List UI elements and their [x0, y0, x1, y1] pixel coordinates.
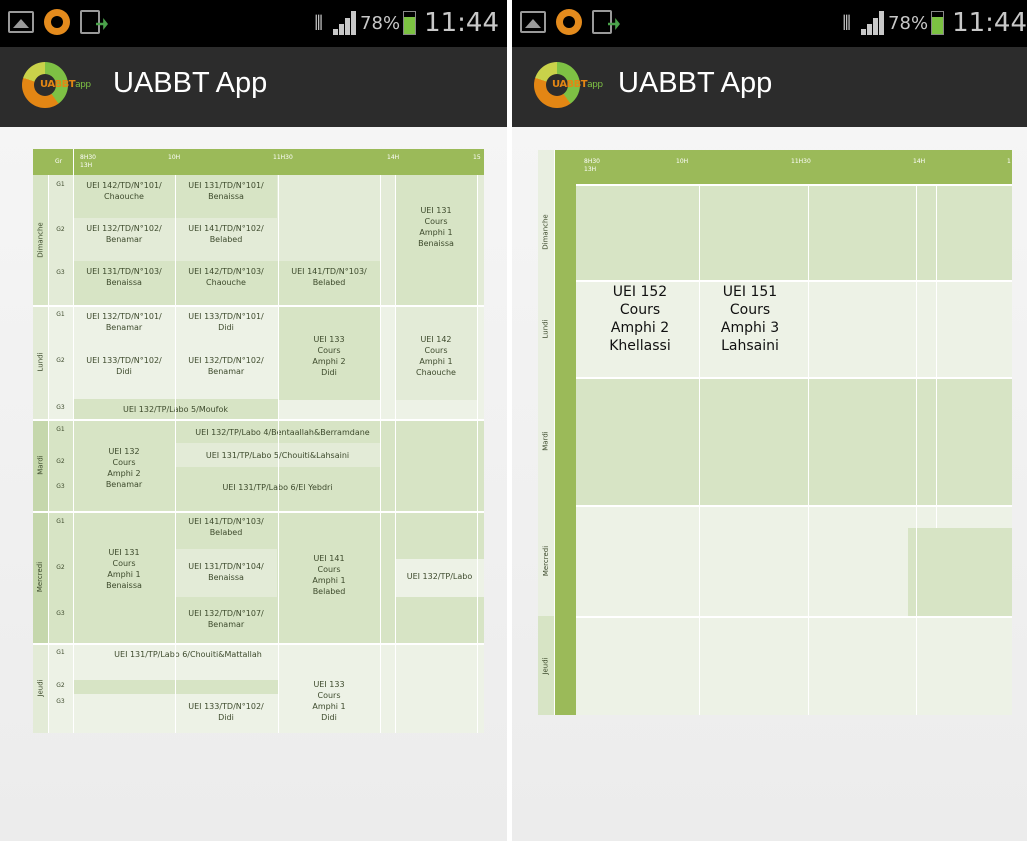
timetable-cell: UEI 141 Cours Amphi 1 Belabed: [312, 554, 346, 596]
header-time-5: 15: [473, 154, 481, 161]
header-time-2: 10H: [168, 154, 181, 161]
group-label: G1: [56, 649, 65, 656]
header-time-3: 11H30: [791, 158, 811, 165]
group-label: G3: [56, 269, 65, 276]
status-bar: ⦀ 78% 11:44: [512, 0, 1027, 47]
header-gr: Gr: [55, 158, 63, 165]
timetable-cell: UEI 131 Cours Amphi 1 Benaissa: [106, 548, 142, 590]
timetable-cell: UEI 131/TD/N°104/ Benaissa: [188, 562, 264, 582]
header-time-5: 1: [1007, 158, 1011, 165]
phone-screen-left: ⦀ 78% 11:44 UABBTapp UABBT App Gr 8H30 1…: [0, 0, 507, 841]
day-label-lundi: Lundi: [33, 305, 48, 419]
clock: 11:44: [424, 8, 499, 38]
header-time-1: 8H30: [80, 154, 96, 161]
timetable-cell: UEI 132/TD/N°102/ Benamar: [188, 356, 264, 376]
gallery-notification-icon: [8, 11, 34, 33]
timetable-cell: UEI 133/TD/N°101/ Didi: [188, 312, 264, 332]
group-label: G1: [56, 181, 65, 188]
battery-percent: 78%: [888, 12, 929, 34]
battery-icon: [403, 11, 417, 35]
timetable-cell: UEI 131/TP/Labo 6/Chouiti&Mattallah: [114, 649, 262, 659]
clock: 11:44: [952, 8, 1027, 38]
header-time-4: 14H: [387, 154, 400, 161]
day-label-lundi: Lundi: [542, 318, 551, 339]
download-notification-icon: [592, 10, 612, 34]
timetable-cell: UEI 151 Cours Amphi 3 Lahsaini: [720, 284, 780, 354]
group-label: G2: [56, 226, 65, 233]
timetable-cell: UEI 133 Cours Amphi 1 Didi: [312, 680, 346, 722]
timetable-cell: UEI 141/TD/N°103/ Belabed: [291, 267, 367, 287]
day-label-jeudi: Jeudi: [33, 643, 48, 733]
status-bar: ⦀ 78% 11:44: [0, 0, 507, 47]
group-label: G3: [56, 404, 65, 411]
phone-screen-right: ⦀ 78% 11:44 UABBTapp UABBT App 8H30 13H …: [512, 0, 1027, 841]
group-label: G3: [56, 483, 65, 490]
timetable-cell: UEI 132/TD/N°107/ Benamar: [188, 609, 264, 629]
app-notification-icon: [44, 9, 70, 35]
timetable-cell: UEI 142/TD/N°101/ Chaouche: [86, 181, 162, 201]
content-area: Gr 8H30 13H 10H 11H30 14H 15 Dimanche G1…: [0, 127, 507, 841]
action-bar: UABBTapp UABBT App: [0, 47, 507, 127]
action-bar: UABBTapp UABBT App: [512, 47, 1027, 127]
vibrate-icon: ⦀: [314, 11, 324, 35]
day-label-dimanche: Dimanche: [542, 214, 551, 250]
timetable-cell: UEI 132/TD/N°102/ Benamar: [86, 224, 162, 244]
logo-text: UABBTapp: [552, 79, 603, 90]
logo-text: UABBTapp: [40, 79, 91, 90]
signal-icon: [861, 11, 885, 35]
day-label-mercredi: Mercredi: [542, 545, 550, 576]
header-time-4: 14H: [913, 158, 926, 165]
gallery-notification-icon: [520, 11, 546, 33]
group-label: G2: [56, 458, 65, 465]
group-label: G3: [56, 610, 65, 617]
header-time-1: 8H30: [584, 158, 600, 165]
vibrate-icon: ⦀: [842, 11, 852, 35]
timetable-cell: UEI 141/TD/N°103/ Belabed: [188, 517, 264, 537]
timetable-cell: UEI 133/TD/N°102/ Didi: [188, 702, 264, 722]
header-time-1b: 13H: [80, 162, 93, 169]
timetable-cell: UEI 131/TD/N°101/ Benaissa: [188, 181, 264, 201]
battery-percent: 78%: [360, 12, 401, 34]
app-logo[interactable]: UABBTapp: [534, 62, 612, 108]
timetable-cell: UEI 132 Cours Amphi 2 Benamar: [105, 447, 143, 489]
day-label-mercredi: Mercredi: [33, 511, 48, 643]
header-time-1b: 13H: [584, 166, 597, 173]
app-title: UABBT App: [113, 67, 268, 99]
timetable-cell: UEI 132/TP/Labo 4/Bentaallah&Berramdane: [195, 427, 370, 437]
battery-icon: [931, 11, 945, 35]
group-label: G1: [56, 311, 65, 318]
group-label: G2: [56, 564, 65, 571]
timetable-header: Gr 8H30 13H 10H 11H30 14H 15: [33, 149, 484, 175]
timetable-cell: UEI 142 Cours Amphi 1 Chaouche: [416, 335, 456, 377]
app-title: UABBT App: [618, 67, 773, 99]
app-notification-icon: [556, 9, 582, 35]
timetable-header: 8H30 13H 10H 11H30 14H 1: [576, 150, 1012, 184]
day-label-dimanche: Dimanche: [33, 175, 48, 305]
timetable-cell: UEI 133/TD/N°102/ Didi: [86, 356, 162, 376]
group-label: G3: [56, 698, 65, 705]
group-label: G1: [56, 426, 65, 433]
timetable-cell: UEI 132/TP/Labo: [406, 571, 473, 581]
group-label: G2: [56, 357, 65, 364]
content-area: 8H30 13H 10H 11H30 14H 1 Dimanche Lundi …: [512, 127, 1027, 841]
day-label-jeudi: Jeudi: [538, 616, 554, 715]
timetable-cell: UEI 131 Cours Amphi 1 Benaissa: [418, 206, 454, 248]
group-label: G1: [56, 518, 65, 525]
timetable-cell: UEI 142/TD/N°103/ Chaouche: [188, 267, 264, 287]
timetable-cell: UEI 152 Cours Amphi 2 Khellassi: [609, 284, 671, 354]
timetable-cell: UEI 132/TD/N°101/ Benamar: [86, 312, 162, 332]
day-label-mardi: Mardi: [33, 419, 48, 511]
timetable-cell: UEI 133 Cours Amphi 2 Didi: [312, 335, 346, 377]
header-time-2: 10H: [676, 158, 689, 165]
timetable-cell: UEI 131/TD/N°103/ Benaissa: [86, 267, 162, 287]
download-notification-icon: [80, 10, 100, 34]
signal-icon: [333, 11, 357, 35]
day-label-mardi: Mardi: [542, 431, 551, 451]
group-label: G2: [56, 682, 65, 689]
timetable-image[interactable]: Gr 8H30 13H 10H 11H30 14H 15 Dimanche G1…: [33, 149, 484, 733]
header-time-3: 11H30: [273, 154, 293, 161]
app-logo[interactable]: UABBTapp: [22, 62, 100, 108]
timetable-cell: UEI 141/TD/N°102/ Belabed: [188, 224, 264, 244]
timetable-image[interactable]: 8H30 13H 10H 11H30 14H 1 Dimanche Lundi …: [538, 150, 1012, 715]
